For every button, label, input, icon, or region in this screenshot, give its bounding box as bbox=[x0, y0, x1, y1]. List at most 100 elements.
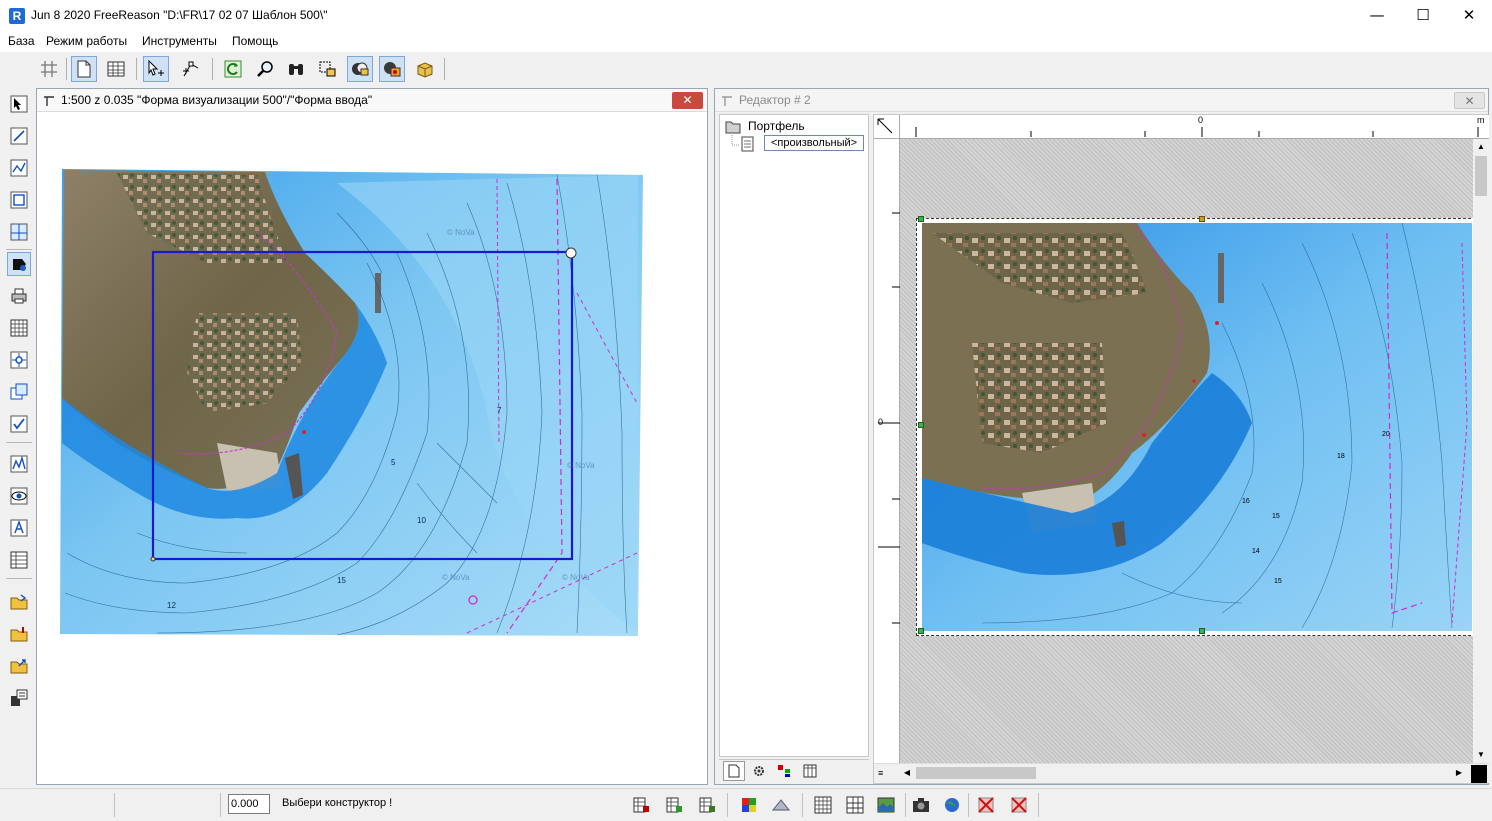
refresh-icon[interactable] bbox=[220, 56, 246, 82]
status-separator bbox=[1038, 793, 1039, 817]
close-button[interactable]: ✕ bbox=[1446, 0, 1492, 31]
tree-tab-icon[interactable] bbox=[773, 761, 795, 781]
camera-icon[interactable] bbox=[910, 794, 932, 816]
editor-window-close-button[interactable]: ✕ bbox=[1454, 92, 1485, 109]
line-icon[interactable] bbox=[7, 124, 31, 148]
node-edit-icon[interactable] bbox=[178, 56, 204, 82]
shape-icon[interactable] bbox=[770, 794, 792, 816]
map-canvas[interactable]: 5 7 10 12 15 © NoVa © NoVa © NoVa © NoVa bbox=[37, 113, 707, 784]
layout-canvas[interactable]: 15 14 16 20 18 15 bbox=[900, 139, 1476, 763]
binoculars-icon[interactable] bbox=[283, 56, 309, 82]
color-palette-icon[interactable] bbox=[738, 794, 760, 816]
layout-map-frame[interactable]: 15 14 16 20 18 15 bbox=[922, 223, 1472, 631]
no-layer-icon[interactable] bbox=[975, 794, 997, 816]
map-window-title: 1:500 z 0.035 "Форма визуализации 500"/"… bbox=[61, 93, 373, 107]
grid-large-icon[interactable] bbox=[844, 794, 866, 816]
table-list-icon[interactable] bbox=[7, 548, 31, 572]
select-objects-icon[interactable] bbox=[315, 56, 341, 82]
left-toolbar bbox=[0, 86, 37, 788]
menu-mode[interactable]: Режим работы bbox=[46, 34, 127, 48]
map-watermark: © NoVa bbox=[442, 573, 470, 582]
resize-handle[interactable] bbox=[918, 422, 924, 428]
layout-depth-label: 20 bbox=[1382, 431, 1390, 438]
toolbar-separator bbox=[212, 58, 213, 80]
scroll-up-icon[interactable]: ▲ bbox=[1473, 139, 1489, 155]
menu-baza[interactable]: База bbox=[8, 34, 35, 48]
map-depth-label: 15 bbox=[337, 576, 346, 585]
photo-icon[interactable] bbox=[875, 794, 897, 816]
resize-handle[interactable] bbox=[918, 216, 924, 222]
menu-bar: База Режим работы Инструменты Помощь bbox=[0, 31, 1492, 52]
folder-export-icon[interactable] bbox=[7, 654, 31, 678]
status-separator bbox=[905, 793, 906, 817]
gear-tab-icon[interactable] bbox=[748, 761, 770, 781]
table-icon[interactable] bbox=[103, 56, 129, 82]
layout-page[interactable]: 15 14 16 20 18 15 bbox=[916, 216, 1476, 636]
no-draw-icon[interactable] bbox=[1008, 794, 1030, 816]
db-edit-icon[interactable] bbox=[696, 794, 718, 816]
horizontal-scroll-thumb[interactable] bbox=[916, 767, 1036, 779]
eye-icon[interactable] bbox=[7, 484, 31, 508]
scroll-left-icon[interactable]: ◀ bbox=[900, 766, 914, 780]
save-stack-icon[interactable] bbox=[7, 686, 31, 710]
editor-window-titlebar: Редактор # 2 ✕ bbox=[715, 89, 1488, 112]
chart-icon[interactable] bbox=[7, 452, 31, 476]
grid-icon[interactable] bbox=[36, 56, 62, 82]
app-icon: R bbox=[9, 8, 25, 24]
layers-icon[interactable] bbox=[347, 56, 373, 82]
resize-handle[interactable] bbox=[1199, 628, 1205, 634]
page-tab-icon[interactable] bbox=[723, 761, 745, 781]
minimize-button[interactable]: — bbox=[1354, 0, 1400, 31]
grid-table-icon[interactable] bbox=[7, 316, 31, 340]
status-message: Выбери конструктор ! bbox=[282, 797, 393, 809]
db-add-icon[interactable] bbox=[663, 794, 685, 816]
window-menu-icon[interactable] bbox=[43, 95, 55, 107]
scroll-split-icon[interactable]: ≡ bbox=[878, 768, 883, 778]
globe-icon[interactable] bbox=[941, 794, 963, 816]
tree-root-label[interactable]: Портфель bbox=[748, 119, 805, 133]
polyline-icon[interactable] bbox=[7, 156, 31, 180]
zoom-icon[interactable] bbox=[252, 56, 278, 82]
value-input[interactable] bbox=[228, 794, 270, 814]
print-icon[interactable] bbox=[7, 284, 31, 308]
editor-window: Редактор # 2 ✕ Портфель <произвольный> 0 bbox=[714, 88, 1489, 785]
new-document-icon[interactable] bbox=[71, 56, 97, 82]
resize-handle[interactable] bbox=[1199, 216, 1205, 222]
grid-small-icon[interactable] bbox=[812, 794, 834, 816]
select-icon[interactable] bbox=[7, 92, 31, 116]
scroll-down-icon[interactable]: ▼ bbox=[1473, 747, 1489, 763]
db-table-icon[interactable] bbox=[630, 794, 652, 816]
open-folder-icon[interactable] bbox=[7, 590, 31, 614]
open-folder-red-icon[interactable] bbox=[7, 622, 31, 646]
map-window-close-button[interactable]: ✕ bbox=[672, 92, 703, 109]
text-icon[interactable] bbox=[7, 516, 31, 540]
resize-handle[interactable] bbox=[918, 628, 924, 634]
tree-child-item[interactable]: <произвольный> bbox=[764, 135, 865, 151]
table-tab-icon[interactable] bbox=[799, 761, 821, 781]
status-separator bbox=[114, 793, 115, 817]
status-bar: Выбери конструктор ! bbox=[0, 788, 1492, 821]
layer-settings-icon[interactable] bbox=[379, 56, 405, 82]
edit-check-icon[interactable] bbox=[7, 412, 31, 436]
vertical-scroll-thumb[interactable] bbox=[1475, 156, 1487, 196]
ruler-corner[interactable] bbox=[874, 115, 900, 139]
package-icon[interactable] bbox=[412, 56, 438, 82]
scroll-right-icon[interactable]: ▶ bbox=[1452, 766, 1466, 780]
vertical-scrollbar[interactable]: ▲ ▼ bbox=[1473, 139, 1489, 763]
rectangle-icon[interactable] bbox=[7, 188, 31, 212]
map-window-titlebar: 1:500 z 0.035 "Форма визуализации 500"/"… bbox=[37, 89, 707, 112]
maximize-button[interactable]: ☐ bbox=[1400, 0, 1446, 31]
horizontal-scrollbar[interactable]: ≡ ◀ ▶ bbox=[874, 763, 1489, 783]
map-window: 1:500 z 0.035 "Форма визуализации 500"/"… bbox=[36, 88, 708, 785]
map-depth-label: 5 bbox=[391, 458, 396, 467]
window-menu-icon[interactable] bbox=[721, 95, 733, 107]
point-icon[interactable] bbox=[7, 348, 31, 372]
area-icon[interactable] bbox=[7, 220, 31, 244]
select-pointer-icon[interactable] bbox=[143, 56, 169, 82]
status-separator bbox=[727, 793, 728, 817]
fill-icon[interactable] bbox=[7, 252, 31, 276]
menu-tools[interactable]: Инструменты bbox=[142, 34, 217, 48]
menu-help[interactable]: Помощь bbox=[232, 34, 278, 48]
toolbar-separator bbox=[6, 578, 32, 579]
overlap-icon[interactable] bbox=[7, 380, 31, 404]
